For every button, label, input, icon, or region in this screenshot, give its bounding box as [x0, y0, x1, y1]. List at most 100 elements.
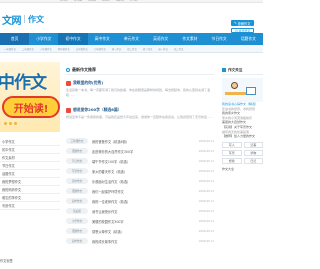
category-pill[interactable]: 三年级作文	[66, 138, 88, 144]
topbar-link[interactable]: 投稿须知	[116, 0, 124, 3]
subnav-item[interactable]: 高一作文	[158, 47, 168, 51]
essay-list: 三年级作文 我的爸爸作文（精选6篇） 2024-05-11 话题作文 走进奇妙的…	[66, 136, 214, 246]
sidebar-tag[interactable]: 记事	[243, 142, 263, 148]
essay-link[interactable]: 读书让我快乐作文	[92, 209, 198, 214]
topbar-link[interactable]: 网站地图	[88, 0, 96, 3]
banner-dots	[4, 122, 17, 125]
subnav-item[interactable]: 初一作文	[112, 47, 122, 51]
site-logo[interactable]: 文网 作文	[2, 13, 44, 27]
left-list-item[interactable]: 难忘的事作文	[0, 194, 60, 202]
subnav-item[interactable]: 二年级作文	[22, 47, 34, 51]
subnav-item[interactable]: 初三作文	[143, 47, 153, 51]
essay-link[interactable]: 我们一起保护环境作文	[92, 189, 198, 194]
banner-badge-text: 开始读!	[13, 103, 49, 115]
essay-date: 2024-05-11	[198, 199, 214, 203]
essay-link[interactable]: 走进奇妙的大自然作文300字	[92, 149, 198, 154]
subnav-item[interactable]: 一年级作文	[4, 47, 16, 51]
essay-link[interactable]: 感恩父母作文（精选）	[92, 229, 198, 234]
subnav-item[interactable]: 高二作文	[174, 47, 184, 51]
left-list-item[interactable]: 初中作文	[0, 146, 60, 154]
promo-banner[interactable]: 中作文 开始读!	[0, 62, 60, 132]
list-item[interactable]: 节日作文 端午节作文100字（精选） 2024-05-11	[66, 156, 214, 166]
category-pill[interactable]: 话题作文	[66, 148, 88, 154]
left-list-item[interactable]: 节日作文	[0, 162, 60, 170]
essay-link[interactable]: 我的爸爸作文（精选6篇）	[92, 139, 198, 144]
nav-item-unit[interactable]: 单元作文	[117, 33, 146, 45]
featured-essay-title[interactable]: 我眼里的你(优秀)	[73, 80, 103, 86]
essay-link[interactable]: 美丽的校园作文300字	[92, 219, 198, 224]
category-pill[interactable]: 话题作文	[66, 228, 88, 234]
topbar-link[interactable]: 联系我们	[102, 0, 110, 3]
nav-item-material[interactable]: 作文素材	[175, 33, 204, 45]
essay-link[interactable]: 我的一位老师作文（精选）	[92, 199, 198, 204]
essay-date: 2024-05-11	[198, 179, 214, 183]
sidebar-link[interactable]: 【推荐】给人力量的作文	[222, 134, 263, 139]
featured-essay[interactable]: 我眼里的你(优秀) 生活就像一本书，每一页都写满了我们的故事，你在我眼里是那样的…	[66, 80, 214, 102]
essay-date: 2024-05-11	[198, 229, 214, 233]
sidebar-tag[interactable]: 状物	[243, 150, 263, 156]
nav-item-english[interactable]: 英语作文	[146, 33, 175, 45]
submit-essay-button[interactable]: ✎ 投稿作文	[231, 20, 254, 26]
subnav-item[interactable]: 三年级作文	[40, 47, 52, 51]
nav-item-primary[interactable]: 小学作文	[29, 33, 58, 45]
subnav-item[interactable]: 五年级作文	[76, 47, 88, 51]
topbar-link[interactable]: 设为首页	[60, 0, 68, 3]
left-list-item[interactable]: 写景作文	[0, 202, 60, 210]
category-pill[interactable]: 小学作文	[66, 218, 88, 224]
nav-item-high[interactable]: 高中作文	[88, 33, 117, 45]
topbar-link[interactable]: 关于我们	[130, 0, 138, 3]
nav-item-middle[interactable]: 初中作文	[58, 33, 88, 45]
section-header: 最新作文推荐	[66, 66, 214, 75]
essay-date: 2024-05-11	[198, 169, 214, 173]
essay-link[interactable]: 我的成长故事作文	[92, 239, 198, 244]
list-item[interactable]: 小学作文 美丽的校园作文300字 2024-05-11	[66, 216, 214, 226]
sidebar-tag[interactable]: 写景	[222, 150, 242, 156]
list-item[interactable]: 三年级作文 我的爸爸作文（精选6篇） 2024-05-11	[66, 136, 214, 146]
list-item[interactable]: 初中作文 我的成长故事作文 2024-05-11	[66, 236, 214, 246]
list-item[interactable]: 话题作文 我们一起保护环境作文 2024-05-11	[66, 186, 214, 196]
essay-date: 2024-05-11	[198, 139, 214, 143]
essay-date: 2024-05-11	[198, 159, 214, 163]
essay-date: 2024-05-11	[198, 149, 214, 153]
list-item[interactable]: 话题作文 感恩父母作文（精选） 2024-05-11	[66, 226, 214, 236]
nav-item-festival[interactable]: 节日作文	[205, 33, 234, 45]
featured-essay[interactable]: 想说爱你200字（精选6篇） 想说爱你不是一件容易的事，可是我还是想大声说出来，…	[66, 107, 214, 129]
essay-link[interactable]: 家乡的春天作文（精选）	[92, 169, 198, 174]
left-list-item[interactable]: 话题作文	[0, 170, 60, 178]
submit-essay-label: 投稿作文	[237, 21, 251, 26]
list-item[interactable]: 写景作文 家乡的春天作文（精选） 2024-05-11	[66, 166, 214, 176]
list-item[interactable]: 初中作文 我的一位老师作文（精选） 2024-05-11	[66, 196, 214, 206]
category-pill[interactable]: 读后感	[66, 208, 88, 214]
sidebar-tag[interactable]: 写人	[222, 142, 242, 148]
sidebar-tag[interactable]: 想象	[222, 158, 242, 164]
left-list-item[interactable]: 作文素材	[0, 154, 60, 162]
left-list-item[interactable]: 小学作文	[0, 138, 60, 146]
category-pill[interactable]: 节日作文	[66, 158, 88, 164]
sidebar-tag[interactable]: 日记	[243, 158, 263, 164]
essay-date: 2024-05-11	[198, 209, 214, 213]
left-list-item[interactable]: 我的梦想作文	[0, 178, 60, 186]
section-bullet-icon	[66, 68, 70, 72]
square-bullet-icon	[222, 68, 226, 72]
category-pill[interactable]: 初中作文	[66, 238, 88, 244]
essay-link[interactable]: 乐观面对生活作文（精选）	[92, 179, 198, 184]
reading-child-illustration[interactable]	[222, 78, 263, 102]
list-item[interactable]: 读后感 读书让我快乐作文 2024-05-11	[66, 206, 214, 216]
category-pill[interactable]: 初中作文	[66, 198, 88, 204]
essay-link[interactable]: 端午节作文100字（精选）	[92, 159, 198, 164]
category-pill[interactable]: 话题作文	[66, 188, 88, 194]
category-pill[interactable]: 高中作文	[66, 178, 88, 184]
list-item[interactable]: 高中作文 乐观面对生活作文（精选） 2024-05-11	[66, 176, 214, 186]
latest-essays-section: 最新作文推荐 我眼里的你(优秀) 生活就像一本书，每一页都写满了我们的故事，你在…	[66, 66, 214, 129]
subnav-item[interactable]: 六年级作文	[94, 47, 106, 51]
nav-item-home[interactable]: 首页	[0, 33, 30, 45]
category-pill[interactable]: 写景作文	[66, 168, 88, 174]
subnav-item[interactable]: 初二作文	[127, 47, 137, 51]
featured-essay-title[interactable]: 想说爱你200字（精选6篇）	[73, 107, 122, 113]
topbar-link[interactable]: 加入收藏	[74, 0, 82, 3]
subnav-item[interactable]: 四年级作文	[58, 47, 70, 51]
nav-item-topic[interactable]: 话题作文	[234, 33, 263, 45]
sidebar-link[interactable]: 作文大全	[222, 167, 263, 172]
left-list-item[interactable]: 我的妈妈作文	[0, 186, 60, 194]
list-item[interactable]: 话题作文 走进奇妙的大自然作文300字 2024-05-11	[66, 146, 214, 156]
